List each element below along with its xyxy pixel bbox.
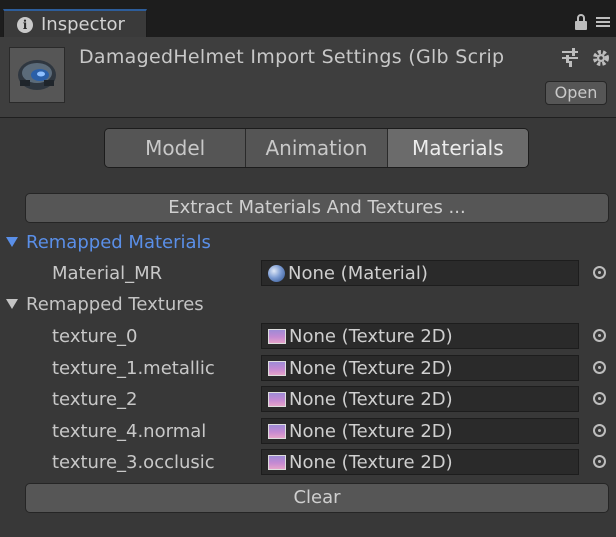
texture-icon [268, 454, 286, 470]
tab-model[interactable]: Model [105, 129, 247, 167]
object-field[interactable]: None (Texture 2D) [261, 355, 579, 381]
object-picker-icon[interactable] [593, 361, 606, 374]
tab-tools [574, 14, 610, 30]
object-picker-icon[interactable] [593, 329, 606, 342]
field-value: None (Texture 2D) [289, 357, 453, 379]
remapped-materials-foldout[interactable]: Remapped Materials [6, 230, 211, 254]
property-label: texture_3.occlusic [52, 452, 215, 473]
field-value: None (Texture 2D) [289, 420, 453, 442]
import-tabs: Model Animation Materials [104, 128, 529, 168]
tab-strip: i Inspector [0, 0, 616, 38]
extract-materials-button[interactable]: Extract Materials And Textures ... [25, 193, 609, 223]
property-label: texture_2 [52, 389, 138, 410]
header-icons [560, 47, 612, 69]
object-field[interactable]: None (Texture 2D) [261, 323, 579, 349]
texture-icon [268, 328, 286, 344]
foldout-label: Remapped Materials [26, 231, 211, 253]
menu-icon[interactable] [596, 16, 610, 28]
open-button[interactable]: Open [545, 81, 607, 105]
foldout-arrow-icon [6, 237, 18, 247]
object-picker-icon[interactable] [593, 424, 606, 437]
object-field[interactable]: None (Texture 2D) [261, 449, 579, 475]
property-label: texture_0 [52, 326, 138, 347]
texture-icon [268, 391, 286, 407]
object-field[interactable]: None (Texture 2D) [261, 386, 579, 412]
material-icon [268, 264, 285, 282]
field-value: None (Texture 2D) [289, 325, 453, 347]
info-icon: i [17, 16, 33, 33]
remapped-textures-foldout[interactable]: Remapped Textures [6, 292, 204, 316]
texture-row: texture_0 None (Texture 2D) [0, 322, 616, 350]
property-label: Material_MR [52, 263, 163, 284]
object-picker-icon[interactable] [593, 266, 606, 279]
foldout-arrow-icon [6, 299, 18, 309]
tab-materials[interactable]: Materials [387, 129, 528, 167]
texture-row: texture_3.occlusic None (Texture 2D) [0, 448, 616, 476]
texture-row: texture_1.metallic None (Texture 2D) [0, 354, 616, 382]
object-field[interactable]: None (Texture 2D) [261, 418, 579, 444]
clear-button[interactable]: Clear [25, 483, 609, 513]
texture-row: texture_4.normal None (Texture 2D) [0, 417, 616, 445]
texture-icon [268, 423, 286, 439]
lock-icon[interactable] [574, 14, 588, 30]
object-picker-icon[interactable] [593, 455, 606, 468]
foldout-label: Remapped Textures [26, 293, 204, 315]
property-label: texture_1.metallic [52, 358, 215, 379]
texture-icon [268, 360, 286, 376]
property-label: texture_4.normal [52, 421, 207, 442]
tab-label: Inspector [41, 14, 125, 35]
asset-title: DamagedHelmet Import Settings (Glb Scrip [79, 46, 505, 68]
tab-animation[interactable]: Animation [246, 129, 388, 167]
field-value: None (Texture 2D) [289, 451, 453, 473]
gear-icon[interactable] [590, 47, 612, 69]
material-row: Material_MR None (Material) [0, 259, 616, 287]
texture-row: texture_2 None (Texture 2D) [0, 385, 616, 413]
inspector-header: DamagedHelmet Import Settings (Glb Scrip… [0, 37, 616, 118]
object-field[interactable]: None (Material) [261, 260, 579, 286]
tab-inspector[interactable]: i Inspector [3, 9, 147, 38]
helmet-icon [18, 60, 56, 90]
field-value: None (Material) [288, 262, 428, 284]
preset-icon[interactable] [560, 47, 580, 67]
asset-thumbnail [9, 47, 65, 103]
field-value: None (Texture 2D) [289, 388, 453, 410]
object-picker-icon[interactable] [593, 392, 606, 405]
